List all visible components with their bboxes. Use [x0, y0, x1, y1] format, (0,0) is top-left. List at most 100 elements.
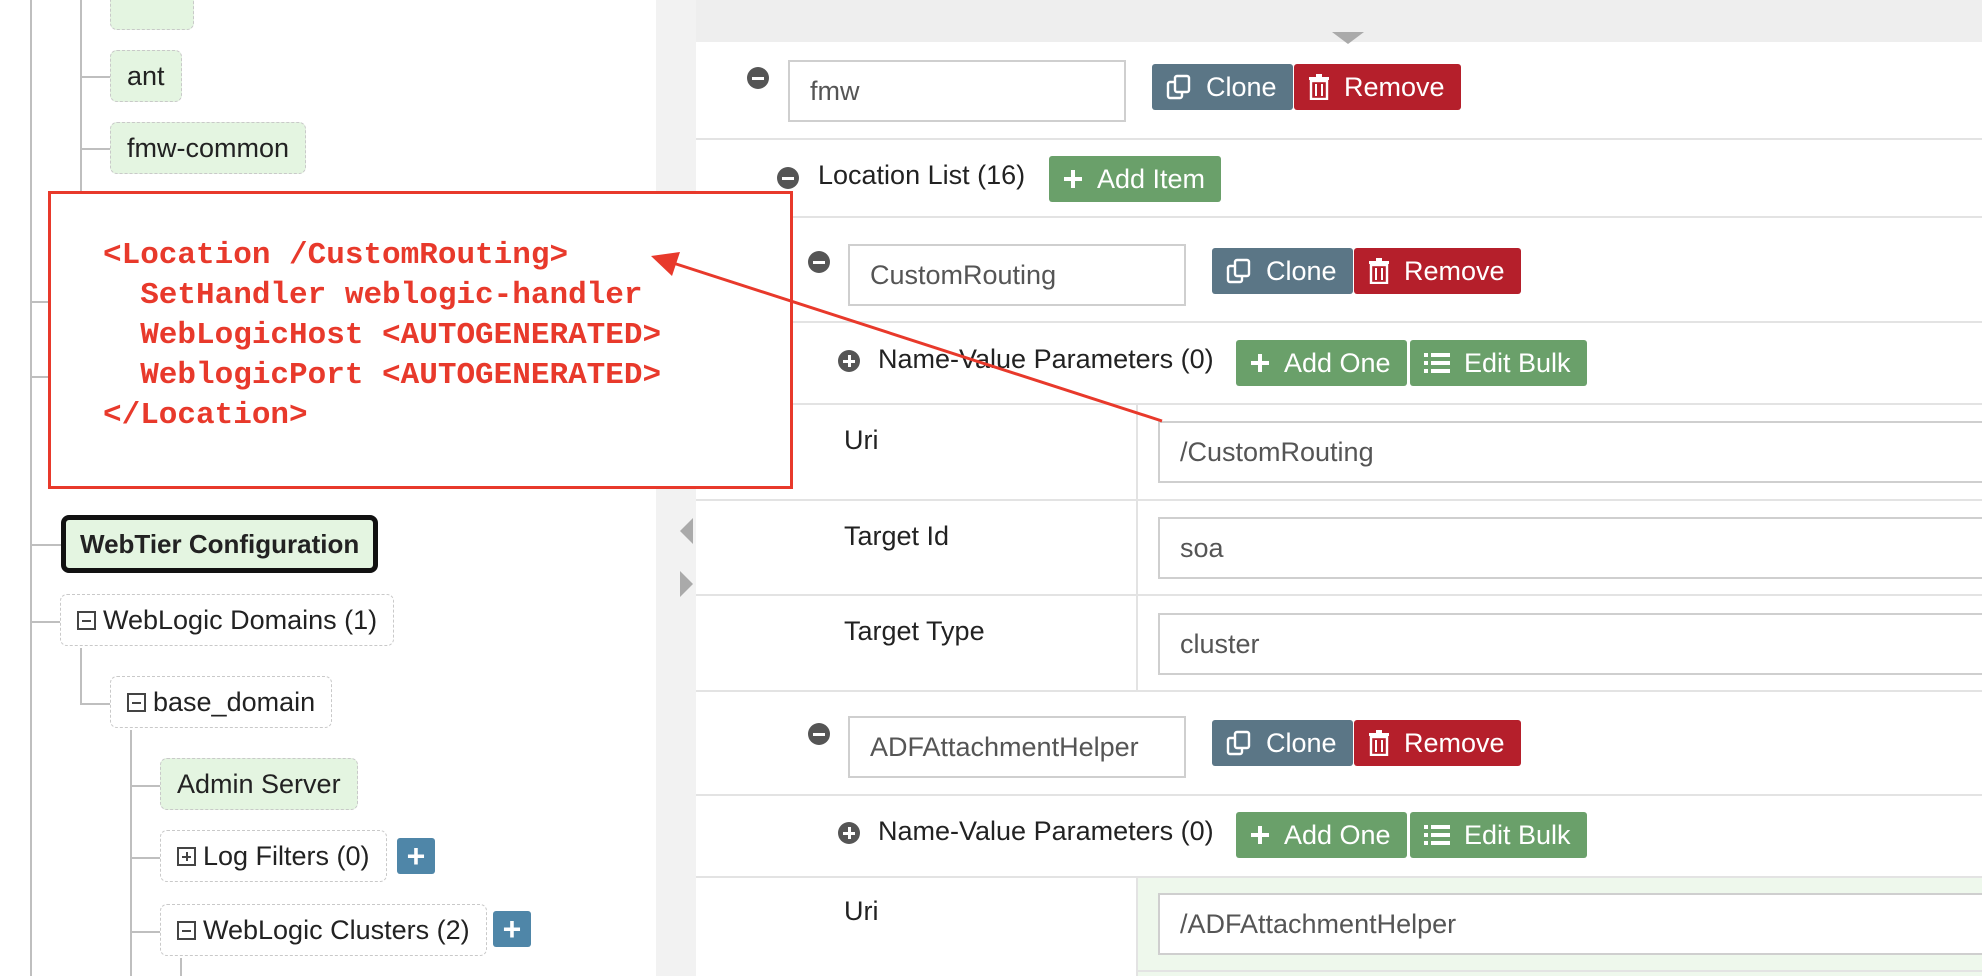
location-clone-button[interactable]: Clone [1212, 720, 1353, 766]
divider [696, 403, 1982, 405]
tree-line [130, 857, 162, 859]
input-value: ADFAttachmentHelper [870, 731, 1139, 762]
tree-line [30, 621, 60, 623]
collapse-icon[interactable] [77, 610, 96, 630]
uri-input[interactable]: /ADFAttachmentHelper [1158, 893, 1982, 955]
uri-label: Uri [844, 425, 879, 455]
tree-node-partial[interactable] [110, 0, 194, 30]
tree-node-weblogic-clusters[interactable]: WebLogic Clusters (2) [160, 904, 487, 956]
edit-bulk-button[interactable]: Edit Bulk [1410, 340, 1587, 386]
input-value: CustomRouting [870, 259, 1057, 290]
location-remove-button[interactable]: Remove [1354, 248, 1521, 294]
button-label: Add One [1284, 347, 1391, 378]
target-type-input[interactable]: cluster [1158, 613, 1982, 675]
plus-icon [1250, 353, 1270, 373]
tree-node-weblogic-domains[interactable]: WebLogic Domains (1) [60, 594, 395, 646]
annotation-line: WeblogicPort <AUTOGENERATED> [103, 358, 662, 393]
column-divider [1136, 403, 1138, 691]
tree-line [80, 703, 110, 705]
trash-icon [1308, 74, 1330, 100]
input-value: /CustomRouting [1180, 436, 1374, 467]
list-icon [1424, 824, 1450, 846]
tree-node-label: WebTier Configuration [80, 528, 360, 559]
divider [696, 690, 1982, 692]
collapse-left-icon[interactable] [680, 518, 693, 544]
caret-down-icon[interactable] [1332, 32, 1364, 44]
collapse-location-icon[interactable] [808, 723, 830, 745]
collapse-location-icon[interactable] [808, 251, 830, 273]
input-value: cluster [1180, 628, 1260, 659]
location-list-label: Location List (16) [818, 160, 1026, 190]
fmw-clone-button[interactable]: Clone [1152, 64, 1293, 110]
tree-node-label: base_domain [153, 686, 316, 717]
tree-line [80, 648, 82, 704]
add-weblogic-cluster-button[interactable]: + [493, 911, 531, 947]
tree-node-base-domain[interactable]: base_domain [110, 676, 333, 728]
tree-node-webtier-configuration[interactable]: WebTier Configuration [61, 515, 379, 573]
target-id-input[interactable]: soa [1158, 517, 1982, 579]
collapse-icon[interactable] [177, 920, 196, 940]
input-value: /ADFAttachmentHelper [1180, 908, 1457, 939]
button-label: Remove [1404, 255, 1505, 286]
expand-right-icon[interactable] [680, 571, 693, 597]
button-label: Remove [1404, 727, 1505, 758]
column-divider [1136, 876, 1138, 976]
location-name-input[interactable]: CustomRouting [848, 244, 1186, 306]
divider [1138, 970, 1982, 972]
location-remove-button[interactable]: Remove [1354, 720, 1521, 766]
expand-params-icon[interactable] [838, 822, 860, 844]
button-label: Clone [1206, 71, 1277, 102]
collapse-icon[interactable] [127, 692, 146, 712]
tree-node-log-filters[interactable]: Log Filters (0) [160, 830, 387, 882]
button-label: Remove [1344, 71, 1445, 102]
tree-node-label: Admin Server [177, 768, 341, 799]
divider [696, 794, 1982, 796]
add-one-button[interactable]: Add One [1236, 340, 1407, 386]
button-label: Clone [1266, 727, 1337, 758]
tree-node-fmw-common[interactable]: fmw-common [110, 122, 307, 174]
tree-line [30, 544, 62, 546]
location-clone-button[interactable]: Clone [1212, 248, 1353, 294]
tree-node-label: WebLogic Clusters (2) [203, 914, 470, 945]
plus-icon: + [502, 911, 522, 947]
plus-icon [1063, 169, 1083, 189]
tree-node-label: ant [127, 60, 165, 91]
clone-icon [1226, 730, 1252, 756]
form-panel: fmw Clone Remove Location List (16) Add … [696, 0, 1982, 976]
expand-icon[interactable] [177, 846, 196, 866]
tree-line [130, 730, 132, 976]
location-name-input[interactable]: ADFAttachmentHelper [848, 716, 1186, 778]
tree-line [80, 0, 82, 200]
fmw-name-input[interactable]: fmw [788, 60, 1126, 122]
divider [696, 321, 1982, 323]
button-label: Add Item [1097, 163, 1206, 194]
tree-node-label: WebLogic Domains (1) [103, 604, 378, 635]
button-label: Clone [1266, 255, 1337, 286]
fmw-remove-button[interactable]: Remove [1294, 64, 1461, 110]
tree-node-admin-server[interactable]: Admin Server [160, 758, 358, 810]
input-value: fmw [810, 75, 860, 106]
tree-line [30, 301, 50, 303]
annotation-line: <Location /CustomRouting> [103, 238, 569, 273]
tree-line [80, 76, 110, 78]
target-id-label: Target Id [844, 521, 950, 551]
uri-label: Uri [844, 896, 879, 926]
divider [696, 216, 1982, 218]
tree-line [130, 785, 160, 787]
tree-node-ant[interactable]: ant [110, 50, 182, 102]
name-value-params-label: Name-Value Parameters (0) [878, 816, 1214, 846]
edit-bulk-button[interactable]: Edit Bulk [1410, 812, 1587, 858]
add-item-button[interactable]: Add Item [1049, 156, 1222, 202]
uri-input[interactable]: /CustomRouting [1158, 421, 1982, 483]
expand-params-icon[interactable] [838, 350, 860, 372]
trash-icon [1368, 258, 1390, 284]
collapse-location-list-icon[interactable] [777, 167, 799, 189]
tree-line [180, 958, 182, 976]
add-log-filter-button[interactable]: + [397, 838, 435, 874]
divider [696, 138, 1982, 140]
add-one-button[interactable]: Add One [1236, 812, 1407, 858]
trash-icon [1368, 730, 1390, 756]
annotation-line: WebLogicHost <AUTOGENERATED> [103, 318, 662, 353]
collapse-fmw-icon[interactable] [747, 67, 769, 89]
clone-icon [1166, 74, 1192, 100]
